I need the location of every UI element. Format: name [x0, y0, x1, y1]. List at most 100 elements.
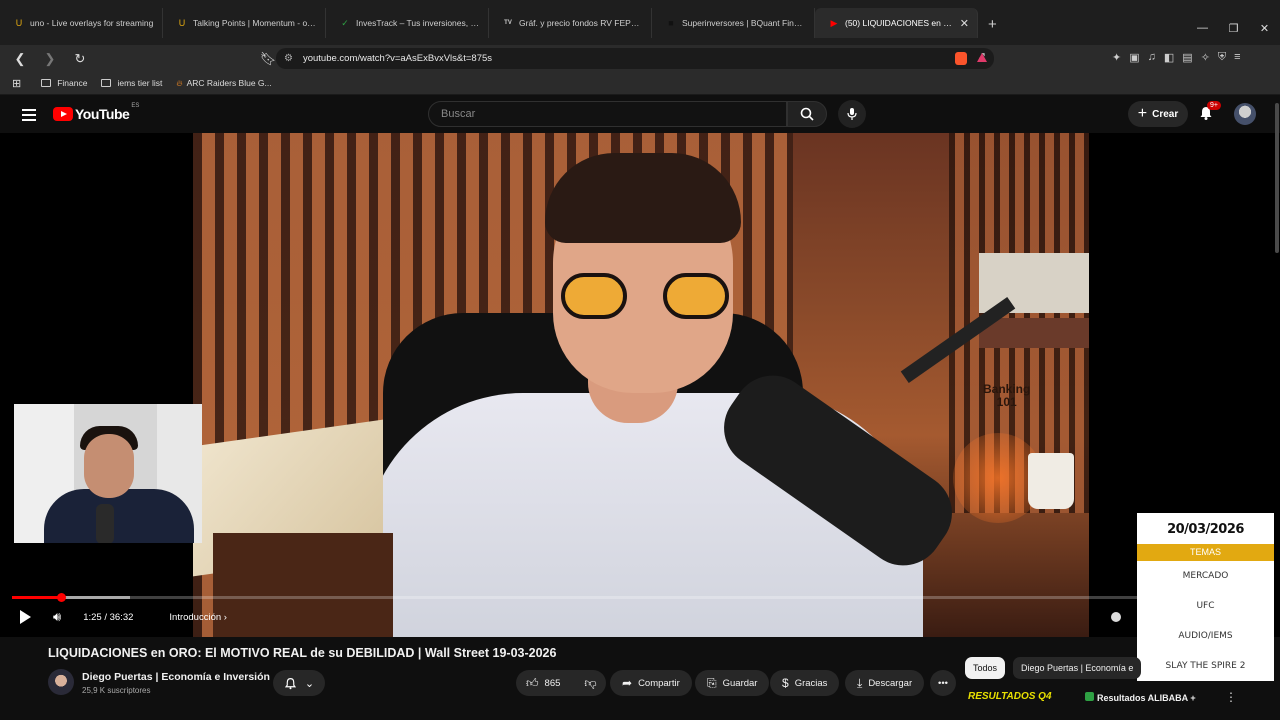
tab-title: Superinversores | BQuant Finance - St: [682, 18, 806, 28]
maximize-button[interactable]: ❐: [1218, 22, 1249, 35]
minimize-button[interactable]: —: [1187, 22, 1218, 35]
like-icon[interactable]: 👍︎: [526, 676, 539, 691]
back-icon[interactable]: ❮: [10, 51, 30, 67]
chip-channel[interactable]: Diego Puertas | Economía e: [1013, 657, 1142, 679]
volume-icon[interactable]: 🔊︎: [53, 609, 61, 625]
video-player[interactable]: Banking 101 🔊︎ 1:25 / 36:32 Introducción…: [0, 133, 1280, 637]
save-bookmark-icon: ⎘: [707, 675, 717, 690]
microphone-icon: [847, 108, 857, 120]
streamer-jacket: [44, 489, 194, 543]
share-button[interactable]: ➦ Compartir: [610, 670, 692, 696]
fire-icon: 🔥︎: [176, 77, 183, 88]
download-label: Descargar: [868, 677, 913, 689]
apps-grid-icon[interactable]: ⊞: [12, 77, 21, 90]
save-button[interactable]: ⎘ Guardar: [695, 670, 770, 696]
download-button[interactable]: ⤓ Descargar: [845, 670, 925, 696]
autoplay-toggle-icon[interactable]: [1111, 612, 1121, 622]
tab-favicon-icon: ▶: [830, 18, 838, 28]
recommendation-thumbnail-text[interactable]: RESULTADOS Q4: [968, 691, 1052, 702]
tab-close-icon[interactable]: ✕: [954, 17, 969, 30]
save-label: Guardar: [722, 677, 758, 689]
recommendation-title[interactable]: Resultados ALIBABA +: [1085, 692, 1196, 703]
site-settings-icon[interactable]: ⚙: [284, 53, 293, 64]
bookmark-arc-raiders[interactable]: 🔥︎ ARC Raiders Blue G...: [176, 78, 271, 89]
search-input[interactable]: Buscar: [428, 101, 787, 127]
overlay-topic: UFC: [1196, 601, 1215, 611]
mug: [1028, 453, 1074, 509]
wallet-icon[interactable]: ▤: [1182, 51, 1192, 64]
bookmark-label: ARC Raiders Blue G...: [186, 78, 272, 88]
channel-avatar[interactable]: [48, 669, 74, 695]
browser-tab[interactable]: Uuno - Live overlays for streaming: [0, 8, 163, 38]
notifications-badge: 9+: [1207, 101, 1221, 110]
bookmark-label: Finance: [57, 78, 88, 88]
book-banking-101: Banking 101: [983, 382, 1031, 409]
tab-favicon-icon: U: [178, 18, 186, 28]
page-scrollbar[interactable]: [1274, 95, 1280, 255]
bookmark-icon[interactable]: 🔖︎: [258, 51, 278, 67]
video-frame: Banking 101: [193, 133, 1089, 637]
like-count[interactable]: 865: [545, 678, 561, 689]
menu-icon[interactable]: ≡: [1234, 51, 1240, 64]
time-display: 1:25 / 36:32: [83, 611, 134, 623]
channel-name[interactable]: Diego Puertas | Economía e Inversión: [82, 671, 270, 683]
tab-favicon-icon: ■: [668, 18, 674, 28]
player-controls: 🔊︎ 1:25 / 36:32 Introducción ›: [0, 605, 1280, 629]
recommendation-title-text: Resultados ALIBABA +: [1097, 693, 1196, 703]
plus-icon: +: [1137, 105, 1148, 122]
presenter-hair: [545, 153, 741, 243]
youtube-logo[interactable]: YouTube ES: [53, 103, 139, 122]
brave-shields-icon[interactable]: [955, 52, 967, 65]
hamburger-menu-icon[interactable]: [22, 109, 36, 124]
address-bar[interactable]: ⚙ youtube.com/watch?v=aAsExBvxVls&t=875s…: [276, 48, 994, 69]
more-actions-button[interactable]: •••: [930, 670, 956, 696]
buffered-bar: [60, 596, 130, 599]
browser-tab[interactable]: ✓ InvesTrack – Tus inversiones, tu contro…: [326, 8, 489, 38]
bookmark-label: iems tier list: [117, 78, 163, 88]
bookmark-finance[interactable]: Finance: [41, 78, 87, 88]
scrubber-handle[interactable]: [56, 593, 66, 602]
music-icon[interactable]: ♫: [1148, 51, 1156, 64]
chapter-button[interactable]: Introducción ›: [169, 612, 227, 623]
voice-search-button[interactable]: [838, 100, 866, 128]
tab-title: uno - Live overlays for streaming: [30, 18, 154, 28]
search-button[interactable]: [787, 101, 827, 127]
extensions-icon[interactable]: ✦: [1112, 51, 1121, 64]
like-dislike-group: 👍︎ 865 👎︎: [516, 670, 606, 696]
dislike-icon[interactable]: 👎︎: [584, 676, 596, 691]
brave-rewards-icon[interactable]: [977, 53, 987, 62]
browser-tab[interactable]: U Talking Points | Momentum - overlay: [163, 8, 326, 38]
url-text: youtube.com/watch?v=aAsExBvxVls&t=875s: [302, 53, 493, 64]
close-window-button[interactable]: ✕: [1249, 22, 1280, 35]
screenshot-icon[interactable]: ▣: [1129, 51, 1139, 64]
forward-icon[interactable]: ❯: [40, 51, 60, 67]
folder-icon: [101, 79, 112, 87]
overlay-topic: AUDIO/IEMS: [1178, 631, 1233, 641]
leo-icon[interactable]: ✧: [1201, 51, 1210, 64]
browser-tab[interactable]: TV Gráf. y precio fondos RV FEPD: SWB/: [489, 8, 652, 38]
progress-bar[interactable]: [12, 593, 1267, 602]
account-avatar[interactable]: [1234, 103, 1256, 125]
browser-tab-active[interactable]: ▶ (50) LIQUIDACIONES en ORO: El✕: [815, 8, 978, 38]
chapter-label: Introducción: [169, 611, 222, 623]
tab-title: Gráf. y precio fondos RV FEPD: SWB/: [519, 18, 643, 28]
vpn-icon[interactable]: ⛨: [1218, 51, 1226, 64]
reload-icon[interactable]: ↻: [70, 51, 90, 67]
played-bar: [12, 596, 61, 599]
browser-tab[interactable]: ■ Superinversores | BQuant Finance - St: [652, 8, 815, 38]
bookmark-iems-tier-list[interactable]: iems tier list: [101, 78, 162, 88]
webcam-overlay: [14, 404, 202, 543]
glasses-lens-right: [663, 273, 729, 319]
glasses-lens-left: [561, 273, 627, 319]
subscription-bell-button[interactable]: ⌄: [273, 670, 325, 696]
sidebar-icon[interactable]: ◧: [1164, 51, 1174, 64]
thanks-button[interactable]: $ Gracias: [770, 670, 840, 696]
bookmarks-bar: ⊞ Finance iems tier list 🔥︎ ARC Raiders B…: [0, 72, 1280, 95]
play-icon[interactable]: [20, 610, 31, 624]
tab-title: InvesTrack – Tus inversiones, tu control: [356, 18, 480, 28]
more-vertical-icon[interactable]: ⋮: [1225, 690, 1237, 704]
chip-all[interactable]: Todos: [965, 657, 1006, 679]
create-button[interactable]: + Crear: [1128, 101, 1188, 127]
new-tab-button[interactable]: +: [978, 16, 1007, 33]
share-label: Compartir: [638, 677, 680, 689]
